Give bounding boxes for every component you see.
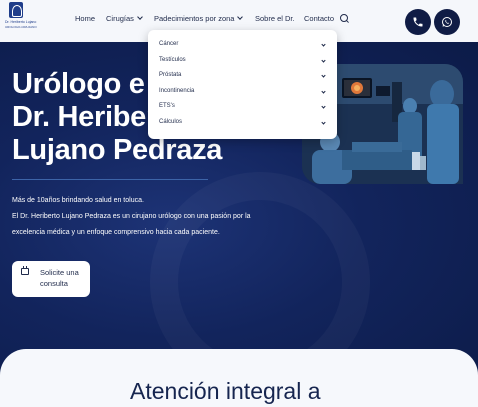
- hero-tagline: Más de 10años brindando salud en toluca.: [12, 197, 144, 204]
- whatsapp-button[interactable]: [434, 9, 460, 35]
- phone-icon: [413, 17, 423, 27]
- chevron-down-icon[interactable]: [321, 104, 326, 109]
- hero-description-line-2: excelencia médica y un enfoque comprensi…: [12, 229, 220, 236]
- nav-home[interactable]: Home: [75, 14, 95, 23]
- menu-item-std[interactable]: ETS's: [159, 103, 175, 109]
- menu-item-incontinence[interactable]: Incontinencia: [159, 88, 194, 94]
- menu-item-testicles[interactable]: Testículos: [159, 57, 186, 63]
- menu-item-stones[interactable]: Cálculos: [159, 119, 182, 125]
- nav-surgeries-label: Cirugías: [106, 14, 134, 23]
- care-section: Atención integral a: [0, 349, 478, 407]
- book-consultation-label: Solicite una consulta: [40, 268, 79, 288]
- nav-surgeries[interactable]: Cirugías: [106, 14, 143, 23]
- calendar-icon: [21, 266, 29, 275]
- hero-title-line-1: Urólogo e: [12, 68, 145, 100]
- whatsapp-icon: [442, 17, 452, 27]
- chevron-down-icon[interactable]: [321, 58, 326, 63]
- chevron-down-icon[interactable]: [321, 73, 326, 78]
- menu-item-prostate[interactable]: Próstata: [159, 72, 181, 78]
- chevron-down-icon: [137, 14, 143, 20]
- logo-subtitle: UROLOGO-CIRUJANO: [5, 25, 37, 29]
- chevron-down-icon[interactable]: [321, 89, 326, 94]
- nav-conditions[interactable]: Padecimientos por zona: [154, 14, 244, 23]
- nav-contact[interactable]: Contacto: [304, 14, 334, 23]
- hero-decoration: [150, 172, 370, 372]
- nav-about[interactable]: Sobre el Dr.: [255, 14, 295, 23]
- nav-conditions-label: Padecimientos por zona: [154, 14, 235, 23]
- site-logo[interactable]: Dr. Heriberto Lujano UROLOGO-CIRUJANO: [3, 2, 43, 36]
- chevron-down-icon: [237, 14, 244, 20]
- chevron-down-icon[interactable]: [321, 42, 326, 47]
- logo-name: Dr. Heriberto Lujano: [5, 20, 37, 24]
- hero-description-line-1: El Dr. Heriberto Lujano Pedraza es un ci…: [12, 213, 251, 220]
- care-section-title: Atención integral a: [130, 378, 321, 404]
- chevron-down-icon[interactable]: [321, 120, 326, 125]
- logo-mark-icon: [9, 2, 23, 18]
- conditions-dropdown-menu: Cáncer Testículos Próstata Incontinencia…: [148, 30, 337, 139]
- hero-title-line-2: Dr. Heriber: [12, 101, 157, 133]
- menu-item-cancer[interactable]: Cáncer: [159, 41, 178, 47]
- search-icon[interactable]: [340, 14, 349, 23]
- hero-divider: [12, 179, 208, 180]
- phone-button[interactable]: [405, 9, 431, 35]
- book-consultation-button[interactable]: Solicite una consulta: [12, 261, 90, 297]
